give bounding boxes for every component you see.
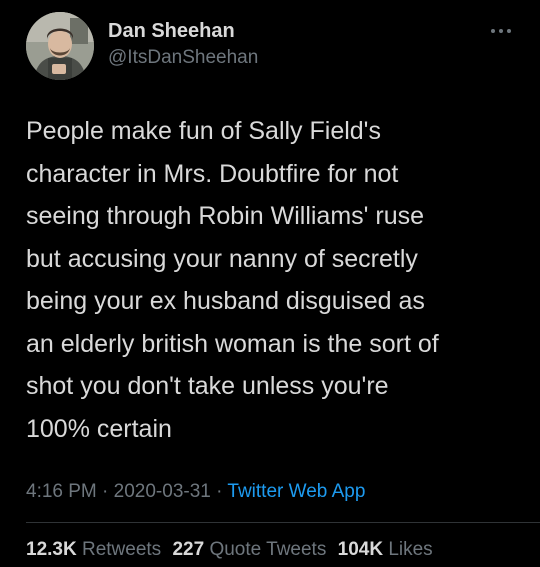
display-name[interactable]: Dan Sheehan [108,20,235,43]
tweet-metadata: 4:16 PM · 2020-03-31 · Twitter Web App [26,481,365,503]
retweets-label: Retweets [81,539,162,560]
likes-count: 104K [337,539,384,560]
tweet-text-line: character in Mrs. Doubtfire for not [26,159,399,188]
likes-stat[interactable]: 104K Likes [338,539,433,560]
quote-tweets-stat[interactable]: 227 Quote Tweets [172,539,326,560]
divider [26,522,540,523]
tweet-text-line: shot you don't take unless you're [26,372,389,400]
tweet-text-line: People make fun of Sally Field's [26,117,381,145]
tweet-card: Dan Sheehan @ItsDanSheehan People make f… [0,0,540,567]
meta-separator: · [216,481,223,502]
avatar[interactable] [26,12,94,80]
quote-tweets-label: Quote Tweets [209,539,327,560]
tweet-text-line: an elderly british woman is the sort of [26,329,439,358]
tweet-time[interactable]: 4:16 PM [26,481,97,502]
tweet-text: People make fun of Sally Field's charact… [26,110,516,450]
more-options-button[interactable] [488,22,514,40]
tweet-source-link[interactable]: Twitter Web App [227,481,365,502]
likes-label: Likes [388,539,433,560]
retweets-stat[interactable]: 12.3K Retweets [26,539,161,560]
quote-tweets-count: 227 [172,539,205,560]
tweet-text-line: but accusing your nanny of secretly [26,244,418,273]
tweet-date[interactable]: 2020-03-31 [114,481,211,502]
user-handle[interactable]: @ItsDanSheehan [108,47,258,69]
tweet-text-line: 100% certain [26,414,172,443]
tweet-text-line: seeing through Robin Williams' ruse [26,202,425,230]
meta-separator: · [102,481,109,502]
engagement-stats: 12.3K Retweets 227 Quote Tweets 104K Lik… [26,539,439,561]
tweet-text-line: being your ex husband disguised as [26,287,425,315]
more-horizontal-icon [491,29,511,33]
profile-photo-avatar [26,12,94,80]
retweets-count: 12.3K [26,539,77,560]
